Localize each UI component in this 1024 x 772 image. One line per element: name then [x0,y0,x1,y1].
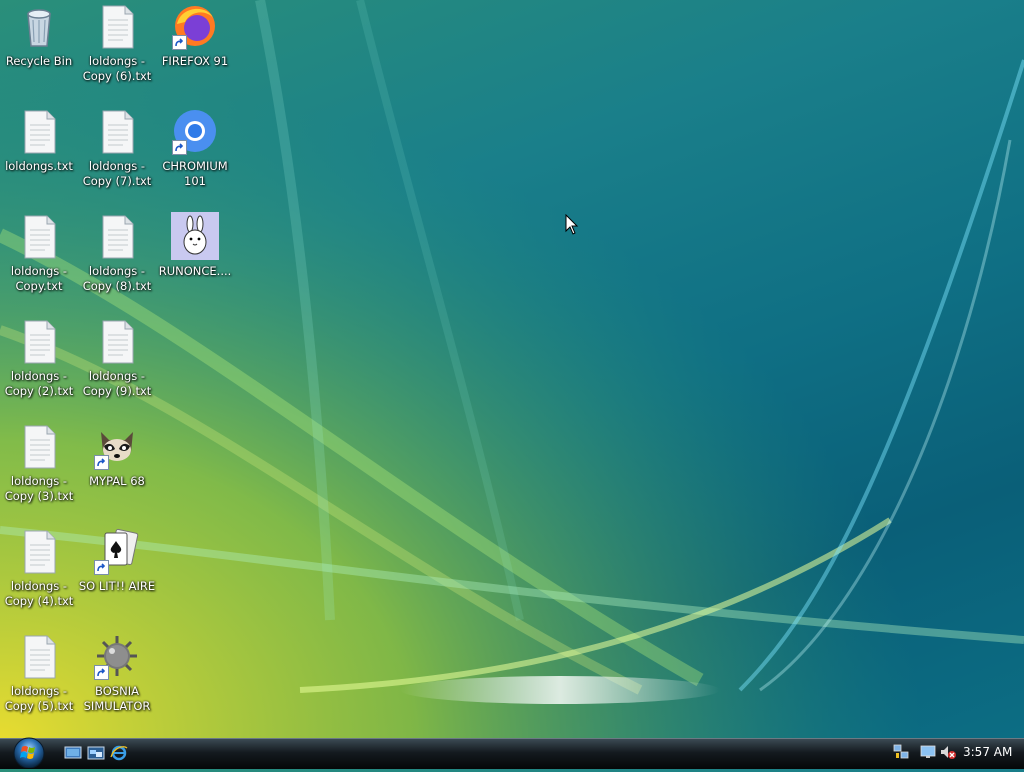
desktop-icon-loldongs-copy-3[interactable]: loldongs - Copy (3).txt [0,422,78,504]
taskbar [0,738,1024,769]
desktop-icon-loldongs-copy[interactable]: loldongs - Copy.txt [0,212,78,294]
desktop-icon-label: Recycle Bin [5,54,73,68]
text-file-icon [93,212,141,260]
desktop-icon-label: loldongs - Copy (6).txt [82,54,152,83]
desktop-icon-loldongs-copy-7[interactable]: loldongs - Copy (7).txt [78,107,156,189]
desktop-icon-label: FIREFOX 91 [161,54,229,68]
shortcut-arrow-icon [172,35,187,50]
desktop-icon-label: CHROMIUM 101 [162,159,228,188]
recycle-bin-icon [15,2,63,50]
desktop-icon-recycle-bin[interactable]: Recycle Bin [0,2,78,69]
desktop-icon-loldongs[interactable]: loldongs.txt [0,107,78,174]
desktop-icon-label: loldongs - Copy (5).txt [4,684,74,713]
tray-network[interactable] [892,744,910,764]
shortcut-arrow-icon [94,560,109,575]
monitor-icon [920,745,936,758]
desktop-icon-label: loldongs.txt [5,159,73,173]
desktop-icon-bosnia-simulator[interactable]: BOSNIA SIMULATOR [78,632,156,714]
desktop-icon-loldongs-copy-9[interactable]: loldongs - Copy (9).txt [78,317,156,399]
text-file-icon [15,107,63,155]
desktop-icon-label: loldongs - Copy (8).txt [82,264,152,293]
shortcut-arrow-icon [94,455,109,470]
solitaire-cards-icon [93,527,141,575]
text-file-icon [15,422,63,470]
desktop-icon-label: loldongs - Copy (7).txt [82,159,152,188]
windows-logo-icon [13,737,45,769]
desktop-icon-firefox-91[interactable]: FIREFOX 91 [156,2,234,69]
start-button[interactable] [8,734,52,769]
desktop-icon-loldongs-copy-5[interactable]: loldongs - Copy (5).txt [0,632,78,714]
clock[interactable]: 3:57 AM [963,745,1012,759]
desktop-icon-loldongs-copy-2[interactable]: loldongs - Copy (2).txt [0,317,78,399]
desktop-icon-so-lit-aire[interactable]: SO LIT!! AIRE [78,527,156,594]
firefox-icon [171,2,219,50]
desktop-icon-label: RUNONCE.... [158,264,232,278]
desktop-icon-chromium-101[interactable]: CHROMIUM 101 [156,107,234,189]
desktop-icon-runonce[interactable]: RUNONCE.... [156,212,234,279]
desktop-icon-loldongs-copy-4[interactable]: loldongs - Copy (4).txt [0,527,78,609]
switch-windows-button[interactable] [87,745,105,761]
desktop-icon-label: SO LIT!! AIRE [78,579,156,593]
raccoon-icon [93,422,141,470]
show-desktop-button[interactable] [64,745,82,761]
text-file-icon [93,317,141,365]
desktop-icon-label: MYPAL 68 [89,474,145,488]
text-file-icon [15,212,63,260]
desktop-icon-label: loldongs - Copy (2).txt [4,369,74,398]
chromium-icon [171,107,219,155]
switch-windows-icon [87,746,105,760]
shortcut-arrow-icon [172,140,187,155]
network-icon [893,744,909,759]
mouse-cursor-icon [565,214,579,235]
internet-explorer-button[interactable] [110,745,128,761]
tray-monitor[interactable] [920,744,938,764]
text-file-icon [15,632,63,680]
desktop-icon-label: loldongs - Copy.txt [10,264,68,293]
desktop-icon-label: loldongs - Copy (3).txt [4,474,74,503]
shortcut-arrow-icon [94,665,109,680]
desktop-icon-mypal-68[interactable]: MYPAL 68 [78,422,156,489]
internet-explorer-icon [110,745,128,761]
desktop-icon-label: loldongs - Copy (4).txt [4,579,74,608]
tray-volume[interactable] [939,744,957,764]
desktop-icon-label: BOSNIA SIMULATOR [83,684,151,713]
text-file-icon [93,2,141,50]
desktop-icon-label: loldongs - Copy (9).txt [82,369,152,398]
volume-muted-icon [941,746,956,759]
text-file-icon [15,527,63,575]
mine-icon [93,632,141,680]
show-desktop-icon [64,746,82,759]
desktop-icon-loldongs-copy-6[interactable]: loldongs - Copy (6).txt [78,2,156,84]
desktop-icon-loldongs-copy-8[interactable]: loldongs - Copy (8).txt [78,212,156,294]
bunny-icon [171,212,219,260]
text-file-icon [93,107,141,155]
text-file-icon [15,317,63,365]
